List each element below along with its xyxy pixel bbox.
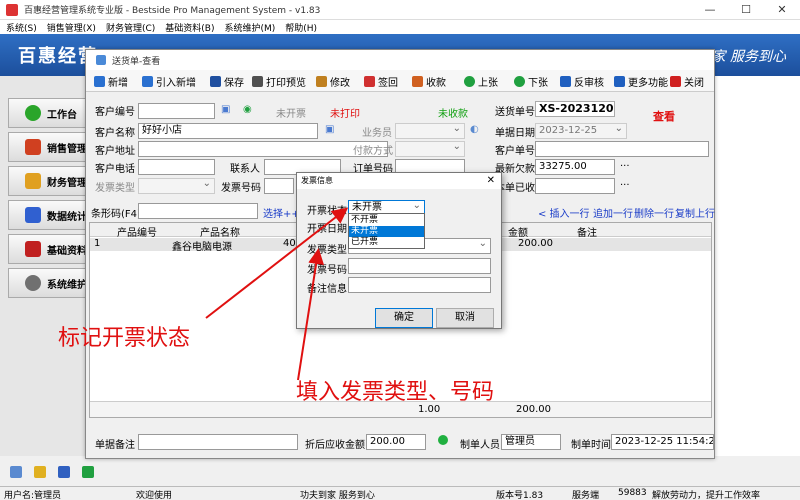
arrow-to-status [205, 207, 349, 319]
annotation-mark-status: 标记开票状态 [58, 326, 191, 351]
arrow-to-type [297, 248, 325, 381]
status-bar: 用户名:管理员 欢迎使用 功夫到家 服务到心 版本号1.83 服务端 59883… [0, 486, 800, 500]
status-user: 用户名:管理员 [4, 491, 62, 500]
status-version: 版本号1.83 [496, 491, 544, 500]
annotation-arrows [205, 207, 349, 381]
annotation-fill-type: 填入发票类型、号码 [296, 380, 495, 405]
status-ad: 解放劳动力，提升工作效率 [652, 491, 761, 500]
status-motto: 功夫到家 服务到心 [300, 491, 375, 500]
status-server: 服务端 [572, 491, 600, 500]
status-welcome: 欢迎使用 [136, 491, 173, 500]
status-number: 59883 [618, 488, 647, 498]
